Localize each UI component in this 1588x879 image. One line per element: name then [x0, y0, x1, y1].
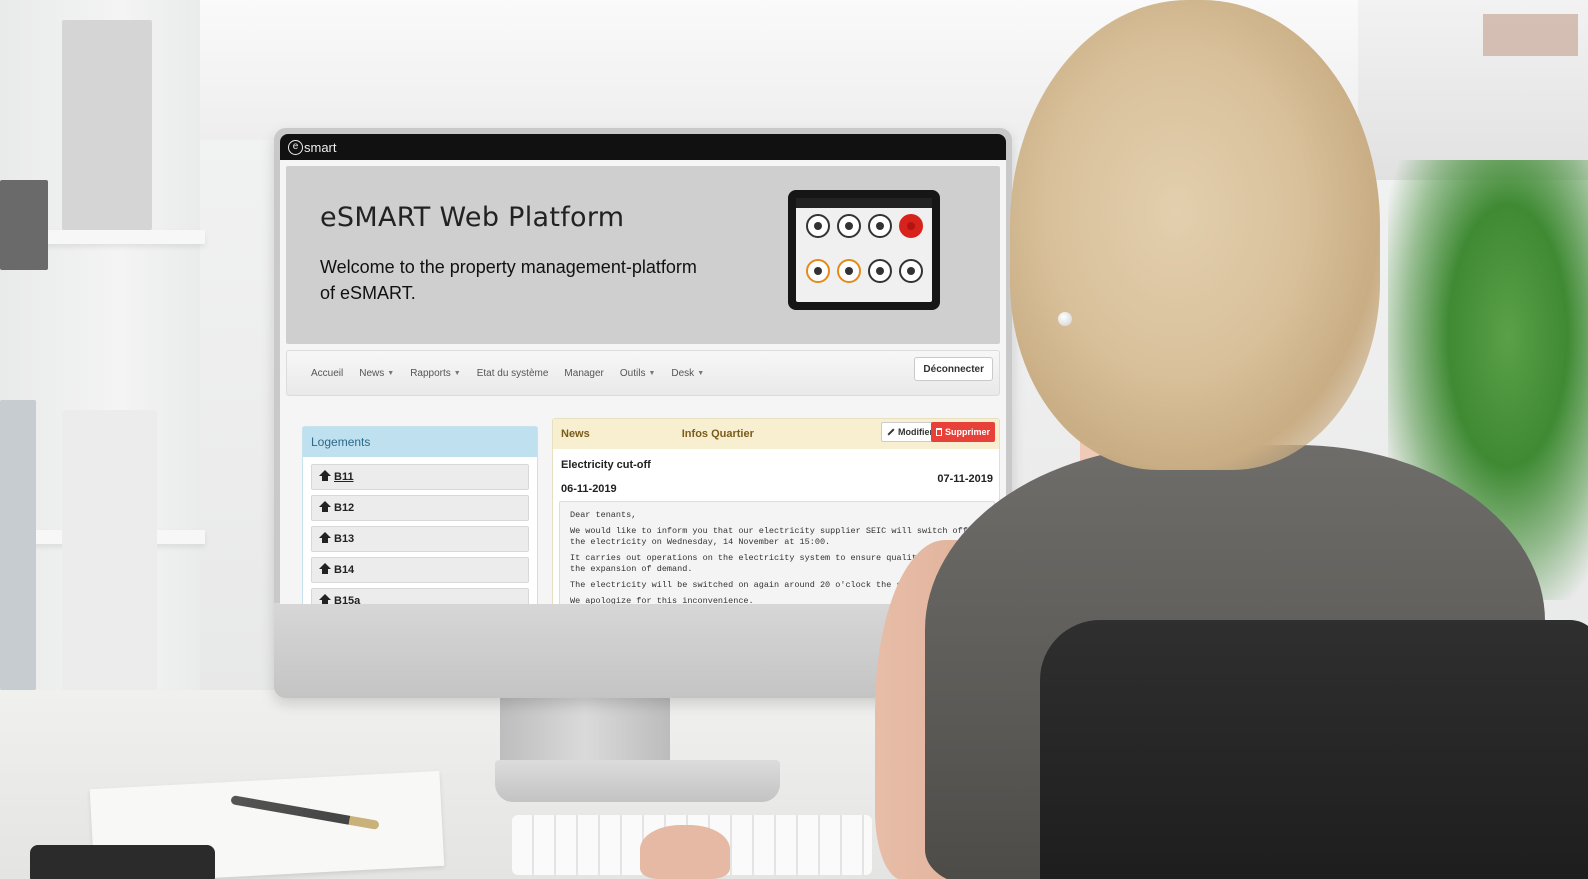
nav-accueil[interactable]: Accueil	[311, 368, 343, 379]
page-title: eSMART Web Platform	[320, 202, 625, 233]
power-gauge-icon	[805, 259, 830, 283]
nav-etat-du-systeme[interactable]: Etat du système	[477, 368, 549, 379]
list-item-b11[interactable]: B11	[311, 464, 529, 490]
home-icon	[319, 594, 331, 604]
news-event-date: 06-11-2019	[561, 483, 617, 495]
chevron-down-icon: ▼	[453, 369, 461, 377]
tab-news[interactable]: News	[561, 428, 590, 440]
meter-icon	[867, 214, 892, 238]
list-item-b12[interactable]: B12	[311, 495, 529, 521]
nav-desk[interactable]: Desk ▼	[671, 368, 704, 379]
home-icon	[319, 563, 331, 575]
nav-news[interactable]: News ▼	[359, 368, 394, 379]
home-icon	[319, 470, 331, 482]
hero-banner: eSMART Web Platform Welcome to the prope…	[286, 166, 1000, 344]
screen: e smart eSMART Web Platform Welcome to t…	[280, 134, 1006, 604]
chevron-down-icon: ▼	[648, 369, 656, 377]
news-section-label: Infos Quartier	[681, 428, 754, 440]
alarm-icon	[898, 214, 923, 238]
logo-mark: e	[288, 139, 303, 155]
pencil-icon	[887, 428, 895, 436]
logo-text: smart	[304, 139, 337, 155]
home-icon	[319, 532, 331, 544]
list-item-b13[interactable]: B13	[311, 526, 529, 552]
monitor-stand	[500, 690, 670, 770]
woman-hair	[1010, 0, 1380, 470]
news-paragraph: We would like to inform you that our ele…	[570, 526, 968, 547]
main-content: Logements B11 B12 B13 B14 B15a News Info…	[286, 396, 1000, 604]
nav-manager[interactable]: Manager	[564, 368, 603, 379]
nav-outils[interactable]: Outils ▼	[620, 368, 656, 379]
news-title: Electricity cut-off	[561, 459, 651, 471]
thermometer-icon	[836, 214, 861, 238]
pearl-earring	[1058, 312, 1072, 326]
news-paragraph: Dear tenants,	[570, 510, 637, 520]
disconnect-button[interactable]: Déconnecter	[914, 357, 993, 381]
news-header: News Infos Quartier Modifier Supprimer	[553, 419, 999, 449]
trash-icon	[935, 428, 942, 436]
office-chair	[1040, 620, 1588, 879]
top-bar: e smart	[280, 134, 1006, 160]
logements-panel: Logements B11 B12 B13 B14 B15a	[302, 426, 538, 604]
list-item-b15a[interactable]: B15a	[311, 588, 529, 604]
logements-list: B11 B12 B13 B14 B15a	[303, 457, 537, 604]
nav-rapports[interactable]: Rapports ▼	[410, 368, 461, 379]
logements-header: Logements	[303, 427, 537, 457]
tablet-illustration	[788, 190, 940, 310]
gauge-icon	[805, 214, 830, 238]
chevron-down-icon: ▼	[697, 369, 705, 377]
woman-hand	[640, 825, 730, 879]
list-item-b14[interactable]: B14	[311, 557, 529, 583]
delete-button[interactable]: Supprimer	[930, 422, 995, 442]
esmart-logo[interactable]: e smart	[288, 139, 337, 155]
calendar-icon	[898, 259, 923, 283]
chevron-down-icon: ▼	[387, 369, 395, 377]
sun-icon	[836, 259, 861, 283]
monitor-stand-base	[495, 760, 780, 802]
welcome-text: Welcome to the property management-platf…	[320, 257, 697, 303]
news-published-date: 07-11-2019	[937, 473, 993, 485]
window-frame	[1358, 0, 1588, 180]
smartphone	[30, 845, 215, 879]
home-icon	[319, 501, 331, 513]
door-icon	[867, 259, 892, 283]
main-navbar: Accueil News ▼ Rapports ▼ Etat du système …	[286, 350, 1000, 396]
